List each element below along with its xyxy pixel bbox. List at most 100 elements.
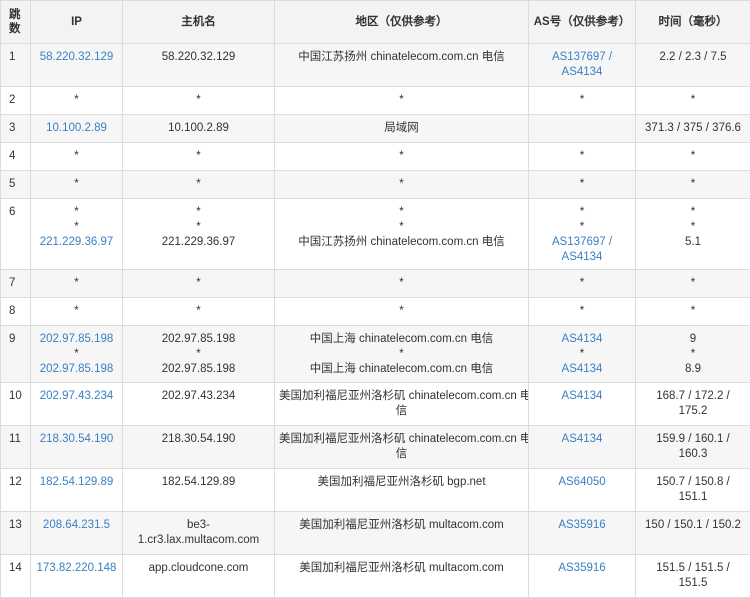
ip-text: * xyxy=(74,150,79,162)
ip-cell-content: 202.97.43.234 xyxy=(35,384,118,405)
time-text: * xyxy=(690,221,696,233)
ip-link[interactable]: 208.64.231.5 xyxy=(35,518,118,533)
as-text: * xyxy=(579,305,585,317)
host-cell-content: 58.220.32.129 xyxy=(127,45,270,66)
ip-link[interactable]: 10.100.2.89 xyxy=(35,121,118,136)
hop-number: 12 xyxy=(9,476,22,488)
cell-ip: 173.82.220.148 xyxy=(30,554,123,598)
as-link[interactable]: AS35916 xyxy=(533,561,631,576)
region-text: * xyxy=(399,178,404,190)
host-text: * xyxy=(196,277,201,289)
host-text: * xyxy=(196,178,201,190)
as-link[interactable]: AS4134 xyxy=(533,332,631,347)
as-link[interactable]: AS4134 xyxy=(533,432,631,447)
table-body: 1 58.220.32.129 58.220.32.129 中国江苏扬州 chinat… xyxy=(0,43,750,598)
ip-link[interactable]: 182.54.129.89 xyxy=(35,475,118,490)
ip-link[interactable]: 58.220.32.129 xyxy=(35,50,118,65)
cell-ip: 10.100.2.89 xyxy=(30,114,123,143)
ip-link[interactable]: 202.97.43.234 xyxy=(35,389,118,404)
as-text: * xyxy=(579,277,585,289)
region-cell-content: 美国加利福尼亚州洛杉矶 chinatelecom.com.cn 电信 xyxy=(279,384,528,420)
time-cell-content: 159.9 / 160.1 / 160.3 xyxy=(640,427,746,463)
time-text: 151.1 xyxy=(678,491,708,503)
as-link[interactable]: AS137697 / xyxy=(533,235,631,250)
host-text: 1.cr3.lax.multacom.com xyxy=(137,534,260,546)
region-text: * xyxy=(399,150,404,162)
column-header-host: 主机名 xyxy=(122,0,275,44)
cell-region: 美国加利福尼亚州洛杉矶 bgp.net xyxy=(274,468,529,512)
time-text: 5.1 xyxy=(685,236,701,248)
ip-link[interactable]: 202.97.85.198 xyxy=(35,332,118,347)
as-text: * xyxy=(579,150,585,162)
time-cell-content: 151.5 / 151.5 / 151.5 xyxy=(640,556,746,592)
hop-number: 5 xyxy=(9,178,16,190)
cell-time: 150.7 / 150.8 / 151.1 xyxy=(635,468,750,512)
ip-cell-content: * xyxy=(35,271,118,292)
time-text: 168.7 / 172.2 / xyxy=(656,390,730,402)
host-text: * xyxy=(196,150,201,162)
cell-hop: 2 xyxy=(0,86,31,115)
cell-hop: 5 xyxy=(0,170,31,199)
time-text: * xyxy=(690,150,696,162)
ip-link[interactable]: 221.229.36.97 xyxy=(35,235,118,250)
region-cell-content: * * 中国江苏扬州 chinatelecom.com.cn 电信 xyxy=(279,200,524,251)
cell-ip: * xyxy=(30,170,123,199)
time-text: 159.9 / 160.1 / xyxy=(656,433,730,445)
as-link[interactable]: AS4134 xyxy=(533,389,631,404)
as-cell-content: * xyxy=(533,271,631,292)
table-row: 8 * * * * * xyxy=(0,297,750,326)
as-link[interactable]: AS4134 xyxy=(533,65,631,80)
ip-text: * xyxy=(74,277,79,289)
cell-host: 58.220.32.129 xyxy=(122,43,275,87)
ip-cell-content: 202.97.85.198 * 202.97.85.198 xyxy=(35,327,118,378)
as-cell-content: AS4134 * AS4134 xyxy=(533,327,631,378)
table-row: 5 * * * * * xyxy=(0,170,750,199)
cell-as xyxy=(528,114,636,143)
host-cell-content: 10.100.2.89 xyxy=(127,116,270,137)
region-text: 美国加利福尼亚州洛杉矶 chinatelecom.com.cn 电 xyxy=(279,433,529,445)
cell-as: AS35916 xyxy=(528,511,636,555)
as-link[interactable]: AS35916 xyxy=(533,518,631,533)
cell-region: 美国加利福尼亚州洛杉矶 multacom.com xyxy=(274,511,529,555)
host-text: * xyxy=(196,94,201,106)
as-cell-content: AS64050 xyxy=(533,470,631,491)
cell-ip: 202.97.43.234 xyxy=(30,382,123,426)
ip-link[interactable]: 173.82.220.148 xyxy=(35,561,118,576)
cell-region: * xyxy=(274,297,529,326)
hop-number: 2 xyxy=(9,94,16,106)
host-cell-content: * xyxy=(127,144,270,165)
cell-ip: 218.30.54.190 xyxy=(30,425,123,469)
host-text: * xyxy=(196,221,201,233)
region-cell-content: * xyxy=(279,271,524,292)
host-text: * xyxy=(196,348,201,360)
cell-time: 159.9 / 160.1 / 160.3 xyxy=(635,425,750,469)
cell-hop: 10 xyxy=(0,382,31,426)
column-header-time: 时间（毫秒） xyxy=(635,0,750,44)
region-text: 信 xyxy=(395,448,408,460)
cell-region: 中国江苏扬州 chinatelecom.com.cn 电信 xyxy=(274,43,529,87)
as-cell-content: * * AS137697 /AS4134 xyxy=(533,200,631,266)
hop-header-line2: 数 xyxy=(9,23,21,35)
time-text: 150.7 / 150.8 / xyxy=(656,476,730,488)
as-link[interactable]: AS4134 xyxy=(533,250,631,265)
time-text: 151.5 xyxy=(678,577,708,589)
table-row: 11 218.30.54.190 218.30.54.190 美国加利福尼亚州洛杉矶 … xyxy=(0,425,750,469)
ip-link[interactable]: 218.30.54.190 xyxy=(35,432,118,447)
cell-ip: * xyxy=(30,86,123,115)
host-cell-content: 202.97.43.234 xyxy=(127,384,270,405)
table-row: 4 * * * * * xyxy=(0,142,750,171)
region-cell-content: 局域网 xyxy=(279,116,524,137)
cell-time: 371.3 / 375 / 376.6 xyxy=(635,114,750,143)
time-cell-content: 150.7 / 150.8 / 151.1 xyxy=(640,470,746,506)
cell-as: * xyxy=(528,86,636,115)
cell-hop: 6 xyxy=(0,198,31,270)
time-cell-content: * xyxy=(640,172,746,193)
time-cell-content: 371.3 / 375 / 376.6 xyxy=(640,116,746,137)
as-link[interactable]: AS4134 xyxy=(533,362,631,377)
as-link[interactable]: AS137697 / xyxy=(533,50,631,65)
cell-host: 10.100.2.89 xyxy=(122,114,275,143)
time-cell-content: * xyxy=(640,271,746,292)
ip-link[interactable]: 202.97.85.198 xyxy=(35,362,118,377)
as-link[interactable]: AS64050 xyxy=(533,475,631,490)
table-row: 9 202.97.85.198 * 202.97.85.198 202.97.85.19… xyxy=(0,325,750,383)
